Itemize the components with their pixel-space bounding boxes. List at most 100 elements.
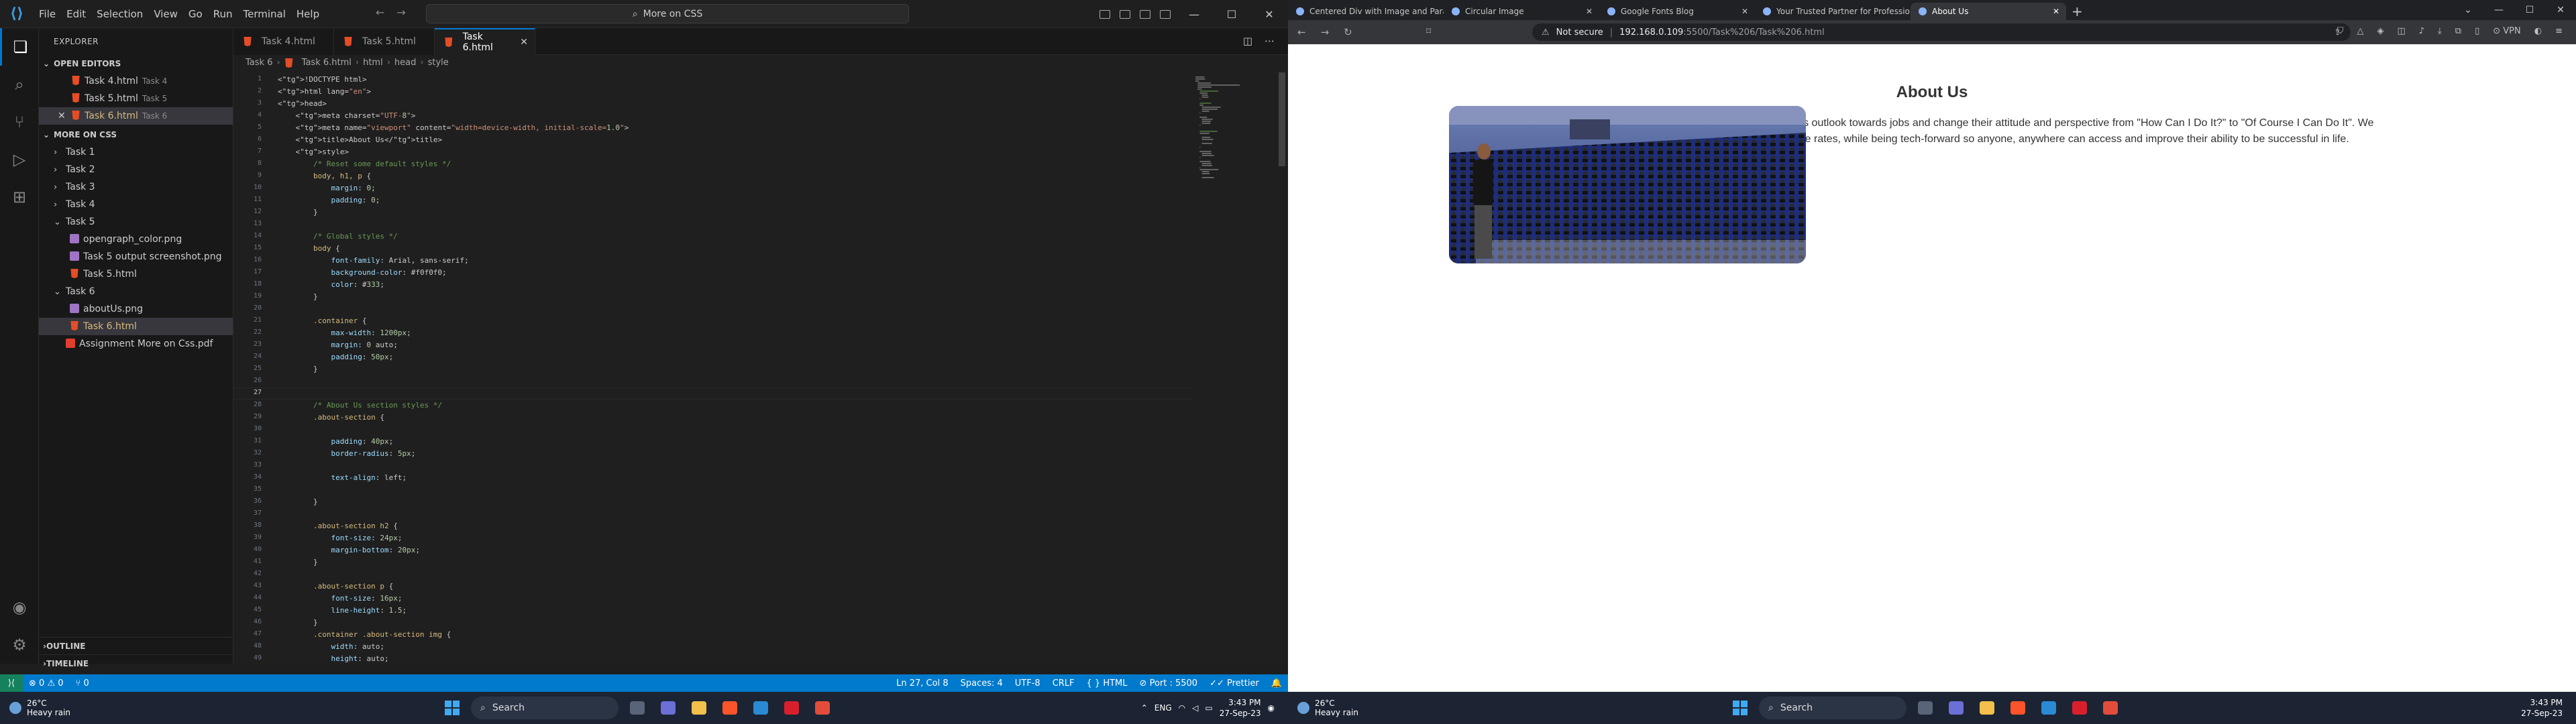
tree-folder-task2[interactable]: › Task 2 — [39, 161, 233, 178]
close-icon[interactable]: ✕ — [2545, 0, 2576, 20]
brave-browser-icon[interactable] — [2006, 696, 2030, 720]
tree-folder-task1[interactable]: › Task 1 — [39, 143, 233, 161]
tree-file[interactable]: Task 5 output screenshot.png — [39, 248, 233, 265]
tree-folder-task3[interactable]: › Task 3 — [39, 178, 233, 196]
chat-icon[interactable]: ◫ — [2397, 26, 2405, 36]
back-arrow-icon[interactable]: ← — [1297, 26, 1306, 38]
screenshot-icon[interactable]: ⧉ — [2455, 26, 2461, 36]
account-icon[interactable]: ◉ — [0, 589, 39, 626]
file-explorer-icon[interactable] — [687, 696, 711, 720]
split-editor-icon[interactable]: ◫ — [1243, 35, 1252, 47]
language-indicator[interactable]: ENG — [1155, 703, 1172, 713]
close-tab-icon[interactable]: ✕ — [1741, 7, 1748, 16]
explorer-icon[interactable]: ❏ — [0, 28, 39, 66]
more-actions-icon[interactable]: ⋯ — [1265, 35, 1275, 47]
run-debug-icon[interactable]: ▷ — [0, 141, 39, 178]
maximize-icon[interactable]: ☐ — [2514, 0, 2545, 20]
back-arrow-icon[interactable]: ← — [376, 6, 384, 19]
command-center[interactable]: ⌕ More on CSS — [426, 4, 909, 23]
menu-terminal[interactable]: Terminal — [238, 0, 291, 28]
breadcrumb-item[interactable]: head — [394, 55, 416, 71]
encoding[interactable]: UTF-8 — [1009, 678, 1046, 688]
menu-selection[interactable]: Selection — [91, 0, 148, 28]
tree-file[interactable]: opengraph_color.png — [39, 231, 233, 248]
breadcrumb-item[interactable]: Task 6.html — [302, 55, 352, 71]
timeline-header[interactable]: ›TIMELINE — [39, 654, 233, 672]
live-server-port[interactable]: ⊘ Port : 5500 — [1134, 678, 1204, 688]
menu-edit[interactable]: Edit — [61, 0, 91, 28]
remote-indicator-icon[interactable]: ⟩⟨ — [0, 674, 23, 692]
language-mode[interactable]: { } HTML — [1081, 678, 1134, 688]
editor-scrollbar[interactable] — [1279, 72, 1285, 166]
search-view-icon[interactable]: ⌕ — [0, 66, 39, 103]
tree-folder-task4[interactable]: › Task 4 — [39, 196, 233, 213]
figma-icon[interactable] — [810, 696, 835, 720]
open-editor-item[interactable]: Task 5.html Task 5 — [39, 90, 233, 107]
notifications-bell-icon[interactable]: 🔔 — [1265, 678, 1288, 688]
reload-icon[interactable]: ↻ — [1344, 26, 1352, 38]
acrobat-icon[interactable] — [780, 696, 804, 720]
folder-header[interactable]: ⌄ MORE ON CSS — [39, 126, 233, 143]
browser-tab[interactable]: Google Fonts Blog ✕ — [1599, 3, 1755, 20]
tree-file[interactable]: aboutUs.png — [39, 300, 233, 318]
toggle-panel-icon[interactable] — [1115, 0, 1135, 28]
close-editor-icon[interactable]: ✕ — [58, 107, 71, 125]
tab-search-icon[interactable]: ⌄ — [2453, 0, 2483, 20]
bookmark-icon[interactable]: ⌑ — [1426, 26, 1431, 37]
address-bar[interactable]: ⚠ Not secure | 192.168.0.109:5500/Task%2… — [1532, 23, 2351, 41]
tab-task4[interactable]: Task 4.html — [233, 28, 334, 55]
breadcrumb-item[interactable]: Task 6 — [246, 55, 272, 71]
battery-icon[interactable]: ▭ — [1205, 703, 1212, 713]
tree-folder-task5[interactable]: ⌄ Task 5 — [39, 213, 233, 231]
outline-header[interactable]: ›OUTLINE — [39, 637, 233, 654]
vscode-taskbar-icon[interactable] — [749, 696, 773, 720]
task-view-icon[interactable] — [1913, 696, 1937, 720]
forward-arrow-icon[interactable]: → — [1321, 26, 1330, 38]
start-button[interactable] — [440, 696, 464, 720]
menu-view[interactable]: View — [148, 0, 183, 28]
extension-icon[interactable]: ◈ — [2377, 26, 2383, 36]
taskbar-search[interactable]: ⌕ Search — [1759, 697, 1907, 719]
minimap[interactable] — [1193, 72, 1280, 664]
browser-tab-active[interactable]: About Us ✕ — [1911, 3, 2066, 20]
clock[interactable]: 3:43 PM 27-Sep-23 — [1220, 697, 1261, 719]
customize-layout-icon[interactable] — [1155, 0, 1175, 28]
manage-gear-icon[interactable]: ⚙ — [0, 626, 39, 664]
weather-widget[interactable]: 26°C Heavy rain — [1288, 699, 1409, 717]
task-view-icon[interactable] — [625, 696, 649, 720]
browser-tab[interactable]: Circular Image ✕ — [1444, 3, 1599, 20]
acrobat-icon[interactable] — [2068, 696, 2092, 720]
extensions-icon[interactable]: ⊞ — [0, 178, 39, 216]
open-editor-item[interactable]: Task 4.html Task 4 — [39, 72, 233, 90]
tab-task5[interactable]: Task 5.html — [334, 28, 435, 55]
toggle-secondary-sidebar-icon[interactable] — [1135, 0, 1155, 28]
open-editors-header[interactable]: ⌄ OPEN EDITORS — [39, 55, 233, 72]
start-button[interactable] — [1728, 696, 1752, 720]
vscode-taskbar-icon[interactable] — [2037, 696, 2061, 720]
end-of-line[interactable]: CRLF — [1046, 678, 1081, 688]
tree-folder-task6[interactable]: ⌄ Task 6 — [39, 283, 233, 300]
weather-widget[interactable]: 26°C Heavy rain — [0, 699, 121, 717]
close-tab-icon[interactable]: ✕ — [1586, 7, 1593, 16]
tray-chevron-icon[interactable]: ⌃ — [1141, 703, 1148, 713]
ports-indicator[interactable]: ⑂ 0 — [70, 678, 95, 688]
indentation[interactable]: Spaces: 4 — [955, 678, 1009, 688]
brave-shield-icon[interactable]: ⛉ — [2337, 26, 2344, 36]
browser-tab[interactable]: Centered Div with Image and Paragraph✕ — [1288, 3, 1444, 20]
media-icon[interactable]: ♪ — [2419, 26, 2424, 36]
close-tab-icon[interactable]: ✕ — [520, 37, 528, 48]
tree-file[interactable]: Assignment More on Css.pdf — [39, 335, 233, 353]
prettier-status[interactable]: ✓✓ Prettier — [1203, 678, 1265, 688]
tree-file-active[interactable]: Task 6.html — [39, 318, 233, 335]
maximize-icon[interactable]: ☐ — [1213, 0, 1250, 28]
volume-icon[interactable]: ◁ — [1192, 703, 1198, 713]
tab-task6[interactable]: Task 6.html ✕ — [435, 28, 535, 55]
new-tab-icon[interactable]: + — [2072, 3, 2083, 20]
breadcrumb-item[interactable]: style — [428, 55, 449, 71]
browser-tab[interactable]: Your Trusted Partner for Professional Sk… — [1755, 3, 1911, 20]
wifi-icon[interactable]: ◠ — [1179, 703, 1185, 713]
minimize-icon[interactable]: — — [2483, 0, 2514, 20]
cursor-position[interactable]: Ln 27, Col 8 — [890, 678, 954, 688]
not-secure-label[interactable]: Not secure — [1556, 27, 1603, 38]
brave-browser-icon[interactable] — [718, 696, 742, 720]
